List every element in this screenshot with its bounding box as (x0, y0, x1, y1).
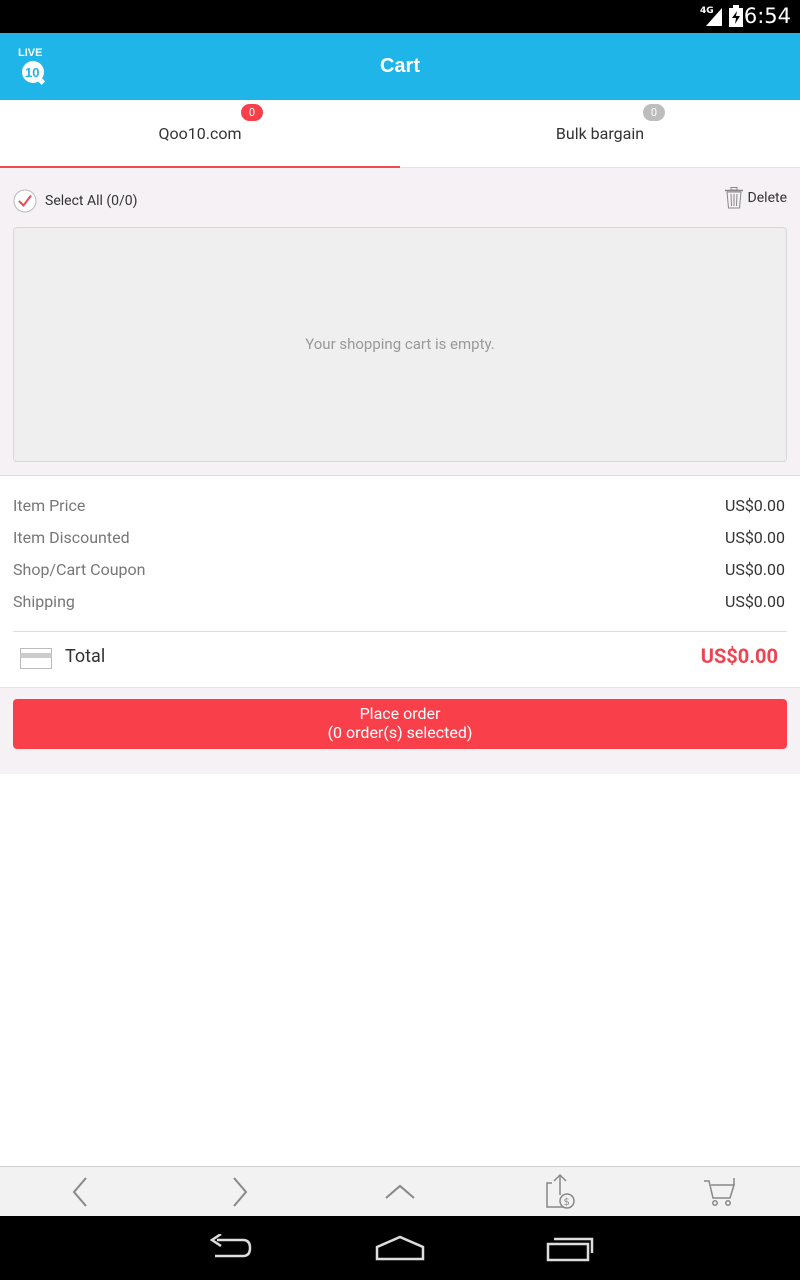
battery-icon (729, 5, 743, 27)
summary-label: Item Discounted (13, 528, 130, 547)
delete-button[interactable]: Delete (724, 187, 787, 209)
summary-row-coupon: Shop/Cart Coupon US$0.00 (13, 560, 787, 584)
cart-tabs: 0 Qoo10.com 0 Bulk bargain (0, 100, 800, 169)
delete-label: Delete (747, 190, 787, 206)
share-price-icon: $ (546, 1173, 575, 1209)
credit-card-icon (20, 648, 52, 669)
system-back-button[interactable] (180, 1216, 280, 1280)
order-section: Place order (0 order(s) selected) (0, 688, 800, 774)
order-summary: Item Price US$0.00 Item Discounted US$0.… (0, 476, 800, 688)
select-all-label: Select All (0/0) (45, 193, 138, 209)
summary-label: Item Price (13, 496, 86, 515)
scroll-top-icon (385, 1184, 415, 1199)
system-recents-button[interactable] (520, 1216, 620, 1280)
app-header: LIVE 10 Cart (0, 33, 800, 100)
selected-count-label: (0 order(s) selected) (327, 723, 473, 742)
total-label: Total (65, 646, 106, 667)
tab-label: Qoo10.com (158, 124, 242, 143)
status-bar: 4G 6:54 (0, 0, 800, 33)
cart-items-section: Select All (0/0) Delete Your shopping ca… (0, 168, 800, 476)
summary-row-item-price: Item Price US$0.00 (13, 496, 787, 520)
place-order-button[interactable]: Place order (0 order(s) selected) (13, 699, 787, 749)
tab-label: Bulk bargain (555, 124, 645, 143)
back-button[interactable] (0, 1167, 160, 1217)
total-row: Total US$0.00 (13, 632, 787, 684)
bottom-toolbar: $ (0, 1166, 800, 1216)
tab-bulk-bargain[interactable]: 0 Bulk bargain (400, 100, 800, 168)
svg-text:4G: 4G (700, 6, 714, 16)
system-recents-icon (546, 1237, 594, 1262)
summary-value: US$0.00 (724, 560, 785, 579)
cart-button[interactable] (640, 1167, 800, 1217)
page-title: Cart (379, 55, 420, 77)
tab-qoo10[interactable]: 0 Qoo10.com (0, 100, 400, 169)
summary-value: US$0.00 (724, 592, 785, 611)
place-order-label: Place order (359, 704, 441, 723)
share-button[interactable]: $ (480, 1167, 640, 1217)
summary-row-item-discounted: Item Discounted US$0.00 (13, 528, 787, 552)
svg-text:$: $ (564, 1197, 570, 1208)
total-value: US$0.00 (700, 644, 778, 668)
system-home-button[interactable] (350, 1216, 450, 1280)
tab-badge: 0 (643, 104, 665, 121)
checkmark-icon (13, 189, 37, 213)
system-back-icon (209, 1234, 252, 1258)
trash-icon (724, 187, 743, 209)
select-all-checkbox[interactable]: Select All (0/0) (13, 189, 138, 213)
signal-icon: 4G (700, 6, 722, 26)
system-home-icon (375, 1235, 425, 1261)
summary-label: Shop/Cart Coupon (13, 560, 146, 579)
forward-icon (233, 1177, 248, 1207)
empty-cart-message: Your shopping cart is empty. (305, 335, 495, 353)
summary-value: US$0.00 (724, 496, 785, 515)
summary-row-shipping: Shipping US$0.00 (13, 592, 787, 616)
back-icon (72, 1177, 87, 1207)
empty-cart-panel: Your shopping cart is empty. (13, 227, 787, 462)
clock: 6:54 (743, 4, 791, 28)
summary-value: US$0.00 (724, 528, 785, 547)
summary-label: Shipping (13, 592, 75, 611)
tab-badge: 0 (241, 104, 263, 121)
forward-button[interactable] (160, 1167, 320, 1217)
cart-icon (704, 1178, 736, 1206)
system-nav-bar (0, 1216, 800, 1280)
scroll-top-button[interactable] (320, 1167, 480, 1217)
